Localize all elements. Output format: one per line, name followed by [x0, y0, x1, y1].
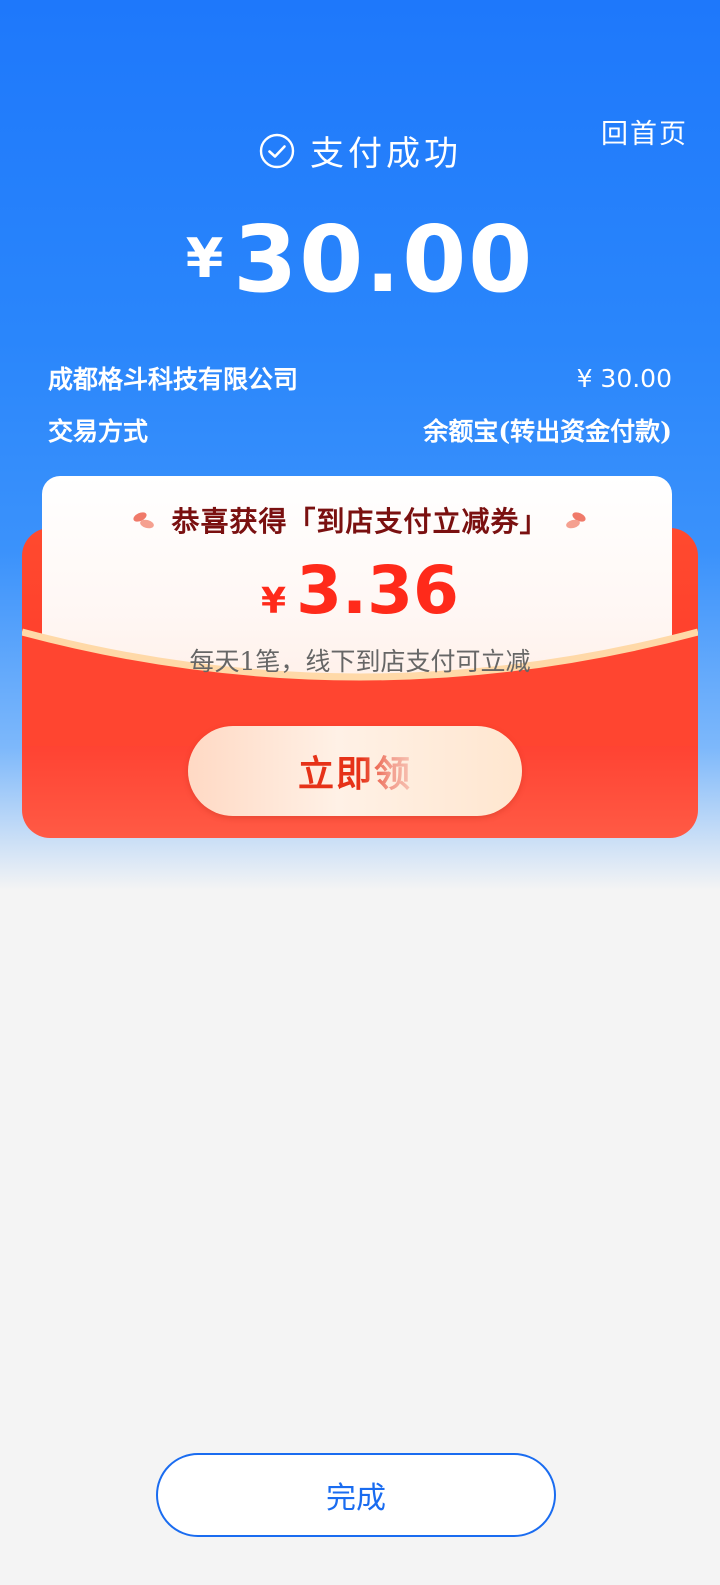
amount-currency: ¥ [185, 227, 224, 290]
amount-value: 30.00 [233, 206, 535, 313]
coupon-value: 3.36 [296, 552, 459, 629]
payment-method-value: 余额宝(转出资金付款) [423, 417, 672, 446]
paid-amount: ¥ 30.00 [0, 206, 720, 313]
petal-left-icon [131, 509, 157, 531]
merchant-amount: ¥ 30.00 [576, 363, 672, 393]
claim-button[interactable]: 立即领 [188, 726, 522, 816]
coupon-description: 每天1笔，线下到店支付可立减 [189, 647, 531, 676]
coupon-amount: ¥ 3.36 [22, 552, 698, 629]
done-button[interactable]: 完成 [156, 1453, 556, 1537]
coupon-currency: ¥ [261, 581, 287, 622]
claim-button-label: 立即领 [298, 745, 412, 797]
coupon-title-row: 恭喜获得「到店支付立减券」 [22, 500, 698, 540]
payment-method-row: 交易方式 余额宝(转出资金付款) [48, 412, 672, 448]
payment-status: 支付成功 [0, 126, 720, 175]
merchant-row: 成都格斗科技有限公司 ¥ 30.00 [48, 360, 672, 396]
payment-method-label: 交易方式 [48, 417, 149, 446]
coupon-title: 恭喜获得「到店支付立减券」 [171, 505, 549, 538]
status-text: 支付成功 [310, 134, 462, 174]
coupon-card: 恭喜获得「到店支付立减券」 ¥ 3.36 每天1笔，线下到店支付可立减 立即领 [22, 476, 698, 840]
petal-right-icon [563, 509, 589, 531]
done-button-label: 完成 [326, 1481, 386, 1516]
check-circle-icon [258, 132, 296, 170]
merchant-name: 成都格斗科技有限公司 [48, 365, 299, 394]
